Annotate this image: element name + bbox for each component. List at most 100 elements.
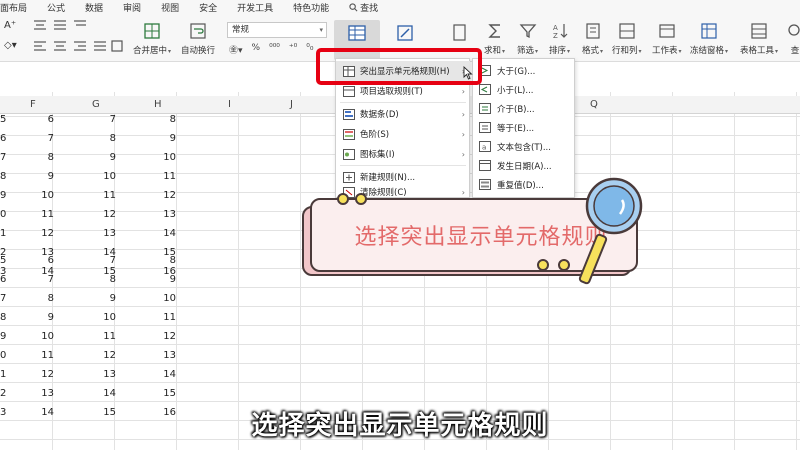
table-cell[interactable]: 8 bbox=[14, 293, 54, 304]
submenu-item-equal-to[interactable]: 等于(E)... bbox=[473, 118, 575, 137]
table-cell[interactable]: 8 bbox=[14, 152, 54, 163]
table-cell[interactable]: 14 bbox=[136, 369, 176, 380]
tab-formula[interactable]: 公式 bbox=[37, 1, 75, 14]
table-cell[interactable]: 11 bbox=[136, 312, 176, 323]
tab-review[interactable]: 审阅 bbox=[113, 1, 151, 14]
table-cell[interactable]: 11 bbox=[14, 350, 54, 361]
format-button[interactable]: 格式▾ bbox=[582, 22, 603, 56]
table-cell[interactable]: 12 bbox=[136, 331, 176, 342]
table-cell[interactable]: 8 bbox=[0, 312, 6, 323]
freeze-panes-button[interactable]: 冻结窗格▾ bbox=[690, 22, 728, 56]
submenu-item-between[interactable]: 介于(B)... bbox=[473, 99, 575, 118]
table-cell[interactable]: 13 bbox=[136, 209, 176, 220]
tab-developer[interactable]: 开发工具 bbox=[227, 1, 283, 14]
tab-page-layout[interactable]: 面布局 bbox=[0, 1, 37, 14]
submenu-item-text-contains[interactable]: a 文本包含(T)... bbox=[473, 137, 575, 156]
symbol-icon[interactable] bbox=[452, 24, 468, 42]
table-cell[interactable]: 5 bbox=[0, 114, 6, 125]
table-cell[interactable]: 7 bbox=[14, 274, 54, 285]
menu-item-icon-sets[interactable]: 图标集(I) › bbox=[336, 144, 470, 164]
sum-button[interactable]: 求和▾ bbox=[484, 22, 505, 56]
table-cell[interactable]: 9 bbox=[0, 331, 6, 342]
tab-security[interactable]: 安全 bbox=[189, 1, 227, 14]
table-cell[interactable]: 7 bbox=[76, 114, 116, 125]
table-cell[interactable]: 10 bbox=[76, 171, 116, 182]
table-cell[interactable]: 11 bbox=[76, 331, 116, 342]
table-cell[interactable]: 9 bbox=[136, 274, 176, 285]
submenu-item-date-occurring[interactable]: 发生日期(A)... bbox=[473, 156, 575, 175]
table-cell[interactable]: 2 bbox=[0, 388, 6, 399]
table-cell[interactable]: 6 bbox=[0, 133, 6, 144]
table-cell[interactable]: 0 bbox=[0, 209, 6, 220]
table-cell[interactable]: 13 bbox=[76, 369, 116, 380]
column-header-j[interactable]: J bbox=[290, 99, 293, 110]
number-format-buttons[interactable]: ㊎▾ % ⁰⁰⁰ ⁺⁰ ⁰₀ bbox=[229, 43, 314, 56]
menu-item-color-scales[interactable]: 色阶(S) › bbox=[336, 124, 470, 144]
table-cell[interactable]: 9 bbox=[14, 171, 54, 182]
table-cell[interactable]: 8 bbox=[136, 255, 176, 266]
column-header-g[interactable]: G bbox=[92, 99, 100, 110]
eraser-icon[interactable]: ◇▾ bbox=[4, 40, 17, 51]
table-cell[interactable]: 9 bbox=[0, 190, 6, 201]
submenu-item-less-than[interactable]: 小于(L)... bbox=[473, 80, 575, 99]
align-top-icons[interactable] bbox=[32, 18, 88, 34]
font-size-increase-icon[interactable]: A⁺ bbox=[4, 20, 16, 31]
sort-button[interactable]: AZ 排序▾ bbox=[549, 22, 570, 56]
table-cell[interactable]: 12 bbox=[14, 369, 54, 380]
align-icons[interactable] bbox=[32, 40, 124, 54]
table-cell[interactable]: 11 bbox=[76, 190, 116, 201]
column-header-h[interactable]: H bbox=[154, 99, 162, 110]
table-cell[interactable]: 8 bbox=[0, 171, 6, 182]
merge-center-button[interactable]: 合并居中▾ bbox=[133, 22, 171, 56]
column-header-q[interactable]: Q bbox=[590, 99, 598, 110]
table-cell[interactable]: 10 bbox=[136, 293, 176, 304]
find-button[interactable]: 查 bbox=[786, 22, 800, 56]
table-cell[interactable]: 9 bbox=[136, 133, 176, 144]
table-cell[interactable]: 8 bbox=[76, 133, 116, 144]
increase-decimal-icon[interactable]: ⁺⁰ bbox=[289, 43, 297, 56]
search-box[interactable]: 查找 bbox=[339, 1, 378, 14]
wrap-text-button[interactable]: 自动换行 bbox=[181, 22, 215, 56]
filter-button[interactable]: 筛选▾ bbox=[517, 22, 538, 56]
decrease-decimal-icon[interactable]: ⁰₀ bbox=[306, 43, 313, 56]
table-cell[interactable]: 7 bbox=[0, 293, 6, 304]
menu-item-new-rule[interactable]: 新建规则(N)... bbox=[336, 167, 470, 187]
table-cell[interactable]: 11 bbox=[14, 209, 54, 220]
table-cell[interactable]: 12 bbox=[14, 228, 54, 239]
submenu-item-greater-than[interactable]: 大于(G)... bbox=[473, 61, 575, 80]
row-col-button[interactable]: 行和列▾ bbox=[612, 22, 642, 56]
table-cell[interactable]: 9 bbox=[14, 312, 54, 323]
submenu-item-duplicate-values[interactable]: 重复值(D)... bbox=[473, 175, 575, 194]
table-cell[interactable]: 10 bbox=[14, 331, 54, 342]
table-cell[interactable]: 8 bbox=[76, 274, 116, 285]
table-cell[interactable]: 7 bbox=[0, 152, 6, 163]
table-cell[interactable]: 9 bbox=[76, 152, 116, 163]
table-cell[interactable]: 10 bbox=[76, 312, 116, 323]
table-cell[interactable]: 6 bbox=[14, 114, 54, 125]
table-cell[interactable]: 6 bbox=[14, 255, 54, 266]
table-cell[interactable]: 13 bbox=[76, 228, 116, 239]
column-header-i[interactable]: I bbox=[228, 99, 231, 110]
table-tools-button[interactable]: 表格工具▾ bbox=[740, 22, 778, 56]
column-header-f[interactable]: F bbox=[30, 99, 36, 110]
table-cell[interactable]: 14 bbox=[136, 228, 176, 239]
table-cell[interactable]: 9 bbox=[76, 293, 116, 304]
table-cell[interactable]: 6 bbox=[0, 274, 6, 285]
tab-features[interactable]: 特色功能 bbox=[283, 1, 339, 14]
menu-item-data-bars[interactable]: 数据条(D) › bbox=[336, 104, 470, 124]
table-cell[interactable]: 10 bbox=[136, 152, 176, 163]
worksheet-button[interactable]: 工作表▾ bbox=[652, 22, 682, 56]
table-cell[interactable]: 7 bbox=[14, 133, 54, 144]
table-cell[interactable]: 15 bbox=[136, 388, 176, 399]
table-cell[interactable]: 10 bbox=[14, 190, 54, 201]
table-style-icon[interactable] bbox=[396, 24, 414, 42]
table-cell[interactable]: 7 bbox=[76, 255, 116, 266]
table-cell[interactable]: 1 bbox=[0, 369, 6, 380]
table-cell[interactable]: 12 bbox=[76, 209, 116, 220]
table-cell[interactable]: 14 bbox=[76, 388, 116, 399]
tab-data[interactable]: 数据 bbox=[75, 1, 113, 14]
table-cell[interactable]: 13 bbox=[136, 350, 176, 361]
table-cell[interactable]: 5 bbox=[0, 255, 6, 266]
table-cell[interactable]: 11 bbox=[136, 171, 176, 182]
percent-icon[interactable]: % bbox=[252, 43, 261, 56]
